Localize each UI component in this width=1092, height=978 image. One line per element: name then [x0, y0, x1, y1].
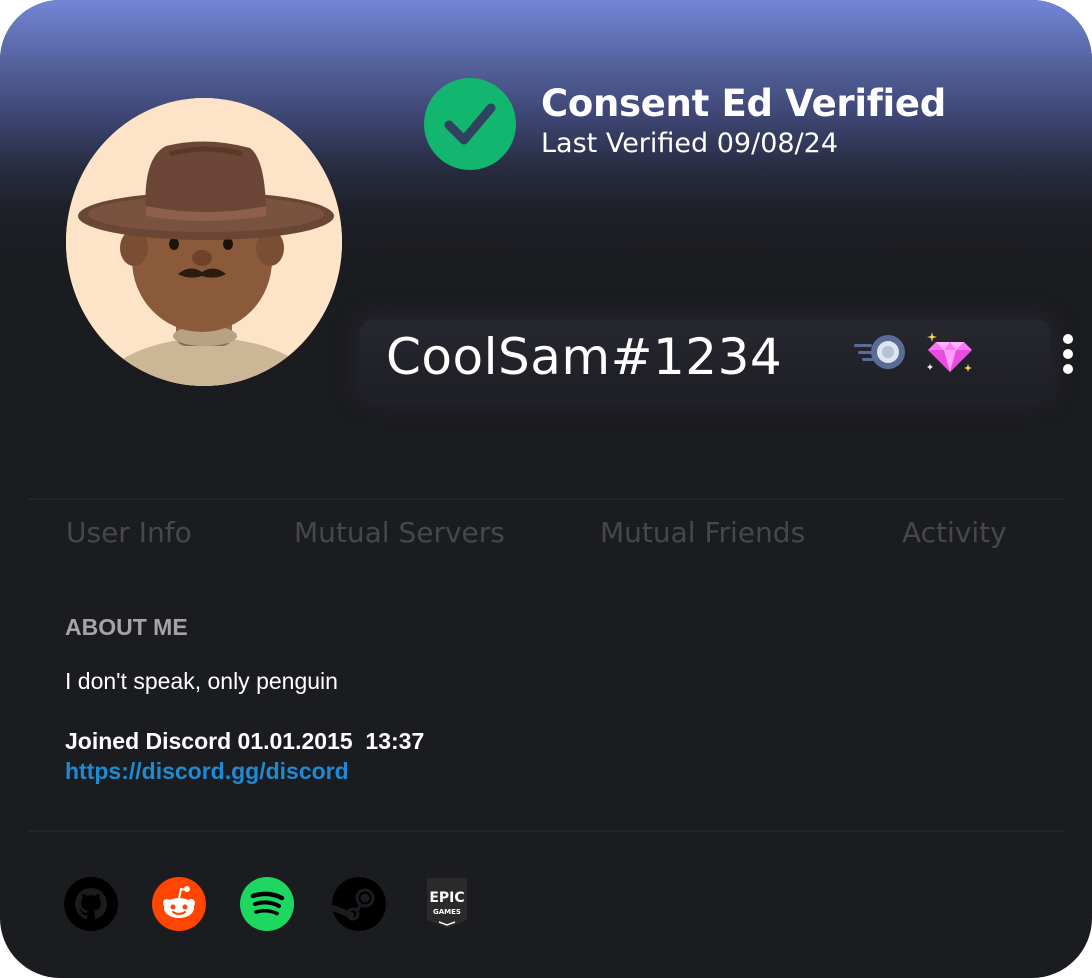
epic-games-icon[interactable]: EPIC GAMES — [423, 876, 471, 932]
gem-icon — [927, 332, 972, 372]
tab-mutual-servers[interactable]: Mutual Servers — [294, 516, 505, 549]
games-text: GAMES — [433, 908, 461, 916]
nitro-boost-icon — [854, 335, 905, 369]
github-icon[interactable] — [63, 876, 119, 932]
invite-link[interactable]: https://discord.gg/discord — [65, 758, 349, 785]
divider-bottom — [28, 830, 1064, 832]
epic-text: EPIC — [429, 890, 464, 906]
more-vertical-icon[interactable] — [1058, 332, 1078, 376]
spotify-icon[interactable] — [239, 876, 295, 932]
avatar[interactable] — [66, 98, 342, 386]
verification-title: Consent Ed Verified — [541, 82, 946, 125]
reddit-icon[interactable] — [151, 876, 207, 932]
cowboy-avatar-icon — [66, 98, 342, 386]
username: CoolSam#1234 — [386, 328, 783, 386]
verified-check-icon — [424, 78, 516, 170]
profile-card: Consent Ed Verified Last Verified 09/08/… — [0, 0, 1092, 978]
about-heading: ABOUT ME — [65, 614, 188, 640]
about-text: I don't speak, only penguin — [65, 668, 338, 694]
tab-user-info[interactable]: User Info — [66, 516, 192, 549]
steam-icon[interactable] — [331, 876, 387, 932]
joined-date: Joined Discord 01.01.2015 13:37 — [65, 728, 425, 754]
tab-activity[interactable]: Activity — [902, 516, 1007, 549]
divider-top — [28, 498, 1064, 500]
verification-date: Last Verified 09/08/24 — [541, 128, 839, 159]
tab-mutual-friends[interactable]: Mutual Friends — [600, 516, 805, 549]
